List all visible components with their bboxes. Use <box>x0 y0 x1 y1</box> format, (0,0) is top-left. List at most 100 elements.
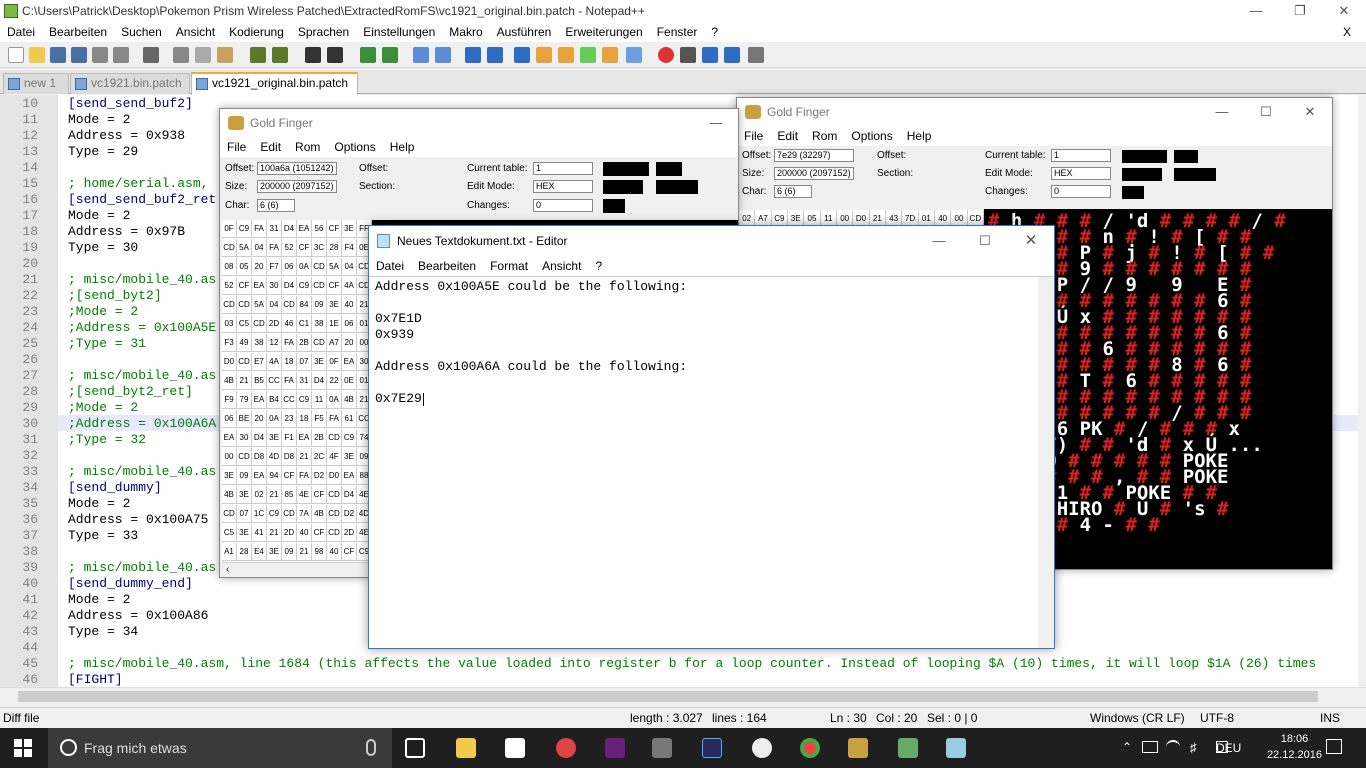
hex-cell[interactable]: 05 <box>237 258 252 276</box>
hex-cell[interactable]: CD <box>252 315 267 333</box>
hex-cell[interactable]: FA <box>297 467 312 485</box>
speaker-icon[interactable] <box>1194 740 1208 754</box>
hex-cell[interactable]: 28 <box>237 543 252 561</box>
notepad-title-bar[interactable]: Neues Textdokument.txt - Editor — ☐ ✕ <box>369 226 1054 256</box>
goldfinger-icon[interactable] <box>848 738 868 758</box>
hex-cell[interactable]: C9 <box>237 220 252 238</box>
hex-cell[interactable]: 4B <box>222 486 237 504</box>
itunes-icon[interactable] <box>752 738 772 758</box>
hex-cell[interactable]: B4 <box>267 391 282 409</box>
monitor-icon[interactable] <box>626 47 642 63</box>
menu-einstellungen[interactable]: Einstellungen <box>356 22 442 42</box>
cut-icon[interactable] <box>173 47 189 63</box>
hex-cell[interactable]: 04 <box>252 239 267 257</box>
scroll-left-arrow-icon[interactable]: ‹ <box>222 564 229 575</box>
hex-cell[interactable]: D4 <box>342 486 357 504</box>
hex-cell[interactable]: D2 <box>312 467 327 485</box>
np-menu-help[interactable]: ? <box>588 256 609 276</box>
hex-cell[interactable]: 20 <box>252 410 267 428</box>
app-icon[interactable] <box>652 738 672 758</box>
gf1-minimize-button[interactable]: — <box>694 109 738 137</box>
hex-cell[interactable]: A1 <box>222 543 237 561</box>
char-field[interactable]: 6 (6) <box>774 185 812 198</box>
hex-cell[interactable]: 03 <box>222 315 237 333</box>
hex-cell[interactable]: CD <box>237 353 252 371</box>
editmode-field[interactable]: HEX <box>533 180 593 193</box>
hex-cell[interactable]: 31 <box>297 372 312 390</box>
menu-sprachen[interactable]: Sprachen <box>291 22 356 42</box>
hex-cell[interactable]: CD <box>222 239 237 257</box>
hex-cell[interactable]: C9 <box>342 429 357 447</box>
hex-cell[interactable]: D2 <box>342 505 357 523</box>
hex-cell[interactable]: 5A <box>237 239 252 257</box>
menu-bearbeiten[interactable]: Bearbeiten <box>42 22 114 42</box>
gf1-title-bar[interactable]: Gold Finger — <box>220 109 738 137</box>
hex-cell[interactable]: 3E <box>342 220 357 238</box>
hex-cell[interactable]: 38 <box>312 315 327 333</box>
hex-cell[interactable]: 30 <box>267 277 282 295</box>
horizontal-scroll-thumb[interactable] <box>18 691 1318 702</box>
hex-cell[interactable]: 06 <box>282 258 297 276</box>
npp-minimize-button[interactable]: — <box>1234 0 1278 22</box>
visual-studio-icon[interactable] <box>605 738 625 758</box>
hex-cell[interactable]: FA <box>282 372 297 390</box>
hex-cell[interactable]: 09 <box>282 543 297 561</box>
hex-cell[interactable]: 7A <box>297 505 312 523</box>
lang-icon[interactable] <box>536 47 552 63</box>
hex-cell[interactable]: 38 <box>252 334 267 352</box>
hex-cell[interactable]: 0A <box>267 410 282 428</box>
hex-cell[interactable]: 22 <box>327 372 342 390</box>
hex-cell[interactable]: 40 <box>342 296 357 314</box>
hex-cell[interactable]: 2D <box>267 315 282 333</box>
hex-cell[interactable]: C5 <box>222 524 237 542</box>
hex-cell[interactable]: 0F <box>327 353 342 371</box>
gf2-menu-rom[interactable]: Rom <box>805 126 844 146</box>
hex-cell[interactable]: FA <box>252 220 267 238</box>
hex-cell[interactable]: F9 <box>222 391 237 409</box>
hex-cell[interactable]: BE <box>237 410 252 428</box>
taskbar-clock[interactable]: 18:06 22.12.2016 <box>1267 731 1322 763</box>
hex-cell[interactable]: F1 <box>282 429 297 447</box>
hex-cell[interactable]: 31 <box>267 220 282 238</box>
hex-cell[interactable]: CD <box>222 505 237 523</box>
hex-cell[interactable]: 4D <box>267 448 282 466</box>
undo-icon[interactable] <box>250 47 266 63</box>
record-macro-icon[interactable] <box>658 47 674 63</box>
np-menu-datei[interactable]: Datei <box>369 256 411 276</box>
zoom-in-icon[interactable] <box>360 47 376 63</box>
hex-cell[interactable]: EA <box>252 467 267 485</box>
run-macro-multiple-icon[interactable] <box>724 47 740 63</box>
stop-macro-icon[interactable] <box>680 47 696 63</box>
gf1-menu-options[interactable]: Options <box>327 137 382 157</box>
notepad-maximize-button[interactable]: ☐ <box>962 226 1008 256</box>
menu-suchen[interactable]: Suchen <box>114 22 169 42</box>
notepad-vertical-scrollbar[interactable] <box>1038 277 1054 648</box>
hex-cell[interactable]: 0E <box>342 372 357 390</box>
hex-cell[interactable]: 4B <box>222 372 237 390</box>
hex-cell[interactable]: 23 <box>282 410 297 428</box>
npp-title-bar[interactable]: C:\Users\Patrick\Desktop\Pokemon Prism W… <box>0 0 1366 22</box>
redo-icon[interactable] <box>272 47 288 63</box>
gf2-menu-file[interactable]: File <box>737 126 770 146</box>
gf1-menu-file[interactable]: File <box>220 137 253 157</box>
hex-cell[interactable]: CF <box>327 277 342 295</box>
hex-cell[interactable]: CF <box>342 543 357 561</box>
hex-cell[interactable]: 3E <box>342 448 357 466</box>
hex-cell[interactable]: D4 <box>312 372 327 390</box>
replace-icon[interactable] <box>327 47 343 63</box>
hex-cell[interactable]: CF <box>297 239 312 257</box>
hex-cell[interactable]: FA <box>267 239 282 257</box>
hex-cell[interactable]: 84 <box>297 296 312 314</box>
hex-cell[interactable]: 06 <box>342 315 357 333</box>
hex-cell[interactable]: 08 <box>222 258 237 276</box>
np-menu-bearbeiten[interactable]: Bearbeiten <box>411 256 483 276</box>
hex-cell[interactable]: EA <box>222 429 237 447</box>
hex-cell[interactable]: 21 <box>297 543 312 561</box>
sync-vertical-icon[interactable] <box>413 47 429 63</box>
hex-cell[interactable]: C9 <box>267 505 282 523</box>
hex-cell[interactable]: D4 <box>282 277 297 295</box>
hex-cell[interactable]: 07 <box>297 353 312 371</box>
hex-cell[interactable]: A7 <box>327 334 342 352</box>
np-menu-format[interactable]: Format <box>483 256 535 276</box>
hex-cell[interactable]: 41 <box>252 524 267 542</box>
